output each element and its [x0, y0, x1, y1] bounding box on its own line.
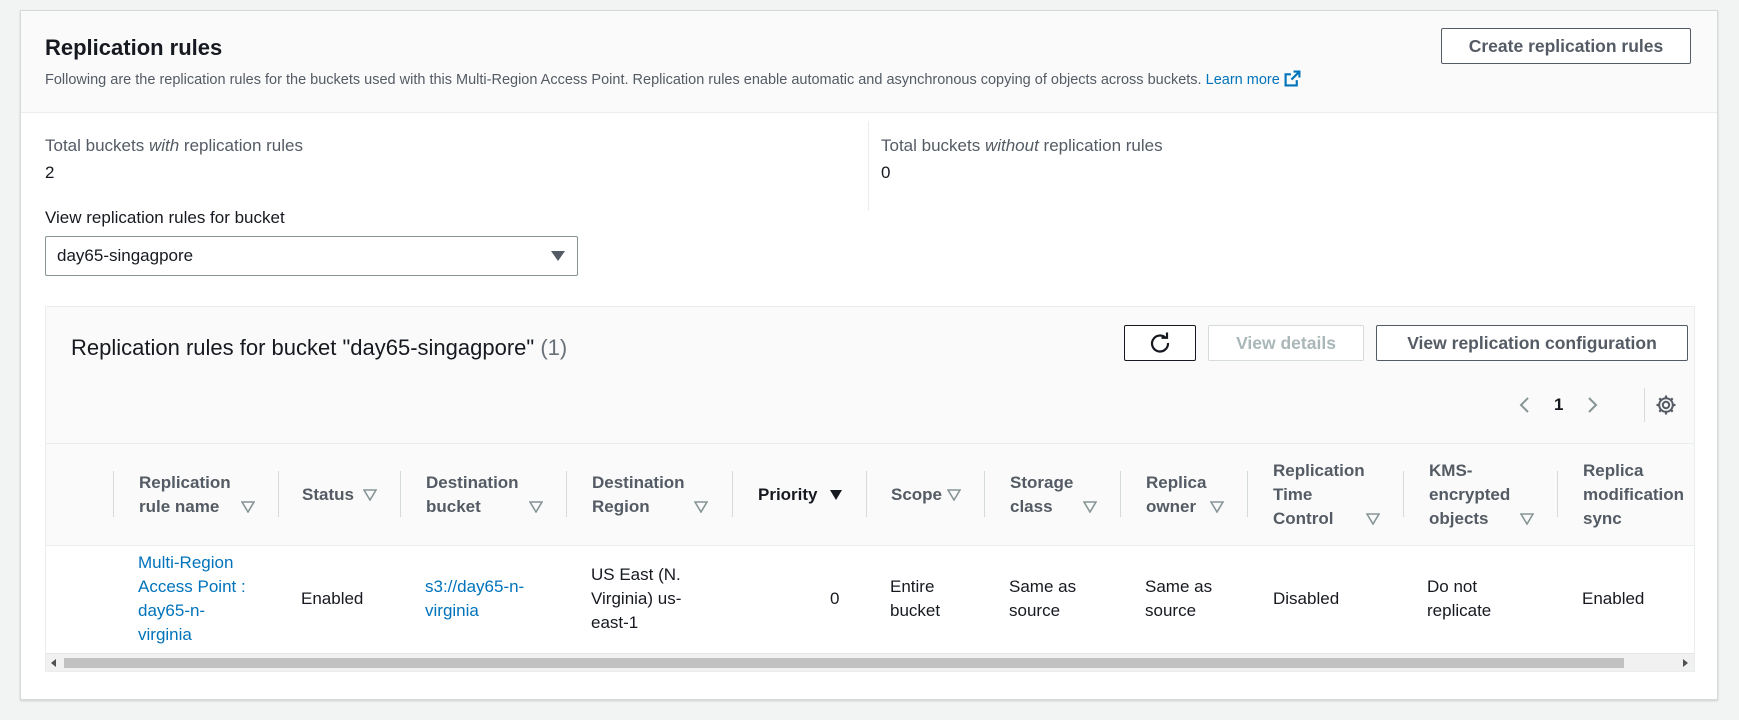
- replica-owner-cell: Same as source: [1145, 577, 1213, 620]
- panel-description: Following are the replication rules for …: [45, 70, 1301, 88]
- kms-cell: Do not replicate: [1427, 577, 1492, 620]
- col-destination-bucket[interactable]: Destination bucket: [426, 444, 519, 546]
- scope-cell: Entire bucket: [890, 577, 941, 620]
- bucket-select-value: day65-singagpore: [57, 246, 194, 265]
- col-scope[interactable]: Scope: [891, 444, 942, 546]
- panel-title: Replication rules: [45, 35, 223, 60]
- page-number[interactable]: 1: [1554, 395, 1563, 415]
- column-divider: [732, 471, 733, 517]
- sort-icon: [1083, 501, 1097, 513]
- col-replica-modification-sync[interactable]: Replica modification sync: [1583, 444, 1684, 546]
- status-cell: Enabled: [301, 589, 364, 608]
- create-replication-rules-button[interactable]: Create replication rules: [1441, 28, 1691, 64]
- total-with-value: 2: [45, 163, 55, 182]
- col-kms-encrypted-objects[interactable]: KMS-encrypted objects: [1429, 444, 1510, 546]
- col-replication-time-control[interactable]: Replication Time Control: [1273, 444, 1365, 546]
- horizontal-scrollbar[interactable]: [46, 653, 1694, 671]
- column-divider: [113, 471, 114, 517]
- sort-icon: [363, 489, 377, 501]
- learn-more-label: Learn more: [1205, 72, 1280, 88]
- sort-icon: [1210, 501, 1224, 513]
- column-divider: [566, 471, 567, 517]
- scroll-left-icon[interactable]: [51, 659, 56, 667]
- sort-icon: [1366, 513, 1380, 525]
- column-divider: [984, 471, 985, 517]
- priority-cell: 0: [830, 589, 840, 608]
- external-link-icon: [1284, 70, 1301, 87]
- column-divider: [866, 471, 867, 517]
- column-divider: [1557, 471, 1558, 517]
- column-divider: [400, 471, 401, 517]
- replication-rules-panel: Replication rules Following are the repl…: [20, 10, 1718, 700]
- sort-icon: [694, 501, 708, 513]
- table-header: Replication rules for bucket "day65-sing…: [46, 307, 1694, 444]
- refresh-button[interactable]: [1124, 325, 1196, 361]
- sort-icon: [1520, 513, 1534, 525]
- table-column-headers: Replication rule name Status Destination b…: [46, 444, 1694, 546]
- column-divider: [1403, 471, 1404, 517]
- view-details-button[interactable]: View details: [1208, 325, 1364, 361]
- destination-region-cell: US East (N. Virginia) us-east-1: [591, 565, 682, 632]
- bucket-select-label: View replication rules for bucket: [45, 208, 285, 227]
- column-divider: [1247, 471, 1248, 517]
- learn-more-link[interactable]: Learn more: [1205, 70, 1301, 88]
- storage-class-cell: Same as source: [1009, 577, 1077, 620]
- total-with-label: Total buckets with replication rules: [45, 136, 303, 155]
- sort-icon: [241, 501, 255, 513]
- table-title: Replication rules for bucket "day65-sing…: [71, 335, 568, 360]
- scrollbar-thumb[interactable]: [64, 658, 1624, 668]
- replication-rules-table: Replication rules for bucket "day65-sing…: [45, 306, 1695, 672]
- destination-bucket-link[interactable]: s3://day65-n-virginia: [425, 547, 524, 651]
- rtc-cell: Disabled: [1273, 589, 1340, 608]
- col-replica-owner[interactable]: Replica owner: [1146, 444, 1206, 546]
- col-rule-name[interactable]: Replication rule name: [139, 444, 231, 546]
- col-priority[interactable]: Priority: [758, 444, 818, 546]
- view-replication-configuration-button[interactable]: View replication configuration: [1376, 325, 1688, 361]
- pagination: 1: [1516, 390, 1601, 420]
- sort-icon: [529, 501, 543, 513]
- bucket-select[interactable]: day65-singagpore: [45, 236, 578, 276]
- mod-sync-cell: Enabled: [1582, 589, 1645, 608]
- pager-divider: [1644, 388, 1645, 422]
- refresh-icon: [1150, 332, 1170, 353]
- total-without-value: 0: [881, 163, 891, 182]
- table-row: Multi-Region Access Point : day65-n-virgin…: [46, 547, 1694, 651]
- stats-divider: [868, 121, 869, 211]
- col-status[interactable]: Status: [302, 444, 354, 546]
- panel-header: Replication rules Following are the repl…: [21, 11, 1717, 113]
- scroll-right-icon[interactable]: [1683, 659, 1688, 667]
- sort-icon: [947, 489, 961, 501]
- total-without-label: Total buckets without replication rules: [881, 136, 1163, 155]
- description-text: Following are the replication rules for …: [45, 72, 1202, 88]
- col-destination-region[interactable]: Destination Region: [592, 444, 685, 546]
- col-storage-class[interactable]: Storage class: [1010, 444, 1073, 546]
- caret-down-icon: [551, 251, 565, 261]
- sort-descending-icon: [830, 490, 842, 500]
- column-divider: [1120, 471, 1121, 517]
- table-count: (1): [540, 335, 568, 360]
- column-divider: [278, 471, 279, 517]
- chevron-left-icon[interactable]: [1516, 396, 1534, 414]
- gear-icon[interactable]: [1655, 394, 1677, 416]
- chevron-right-icon[interactable]: [1583, 396, 1601, 414]
- rule-name-link[interactable]: Multi-Region Access Point : day65-n-virgin…: [138, 547, 246, 651]
